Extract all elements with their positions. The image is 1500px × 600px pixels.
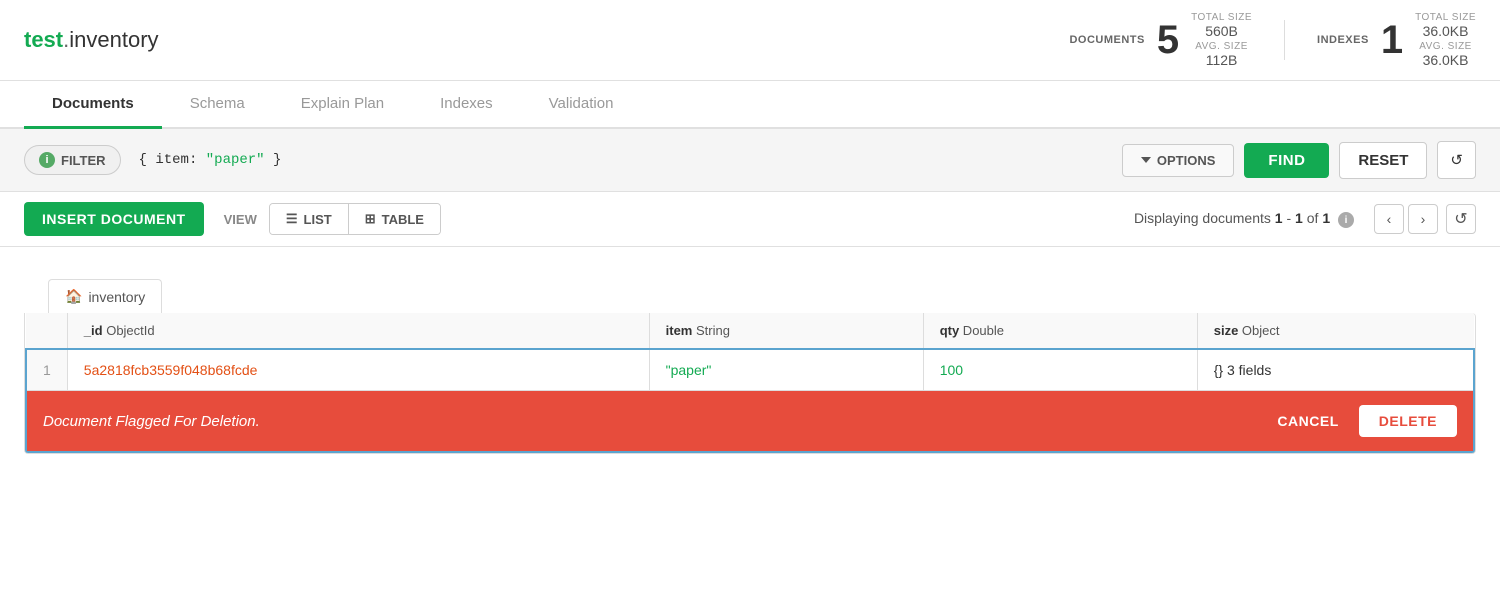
view-toggle: ☰ LIST ⊞ TABLE: [269, 203, 441, 235]
item-string: "paper": [666, 362, 712, 378]
collection-tab-container: 🏠 inventory: [0, 263, 1500, 313]
tab-schema[interactable]: Schema: [162, 81, 273, 129]
view-label: VIEW: [224, 212, 257, 227]
doc-sub-stats: TOTAL SIZE 560B AVG. SIZE 112B: [1191, 12, 1252, 68]
objectid-link[interactable]: 5a2818fcb3559f048b68fcde: [84, 362, 258, 378]
pagination-info-icon: i: [1338, 212, 1354, 228]
col-qty: qty Double: [923, 313, 1197, 349]
indexes-count: 1: [1381, 20, 1403, 60]
data-table: _id ObjectId item String qty Double size…: [25, 313, 1475, 453]
reset-button[interactable]: RESET: [1339, 142, 1427, 179]
range-end: 1: [1295, 210, 1303, 226]
refresh-button[interactable]: ↺: [1437, 141, 1476, 179]
doc-avg-size: AVG. SIZE 112B: [1191, 41, 1252, 68]
filter-query[interactable]: { item: "paper" }: [131, 148, 1112, 172]
row-item-value: "paper": [649, 349, 923, 391]
prev-page-button[interactable]: ‹: [1374, 204, 1404, 234]
find-button[interactable]: FIND: [1244, 143, 1329, 178]
tab-validation[interactable]: Validation: [521, 81, 642, 129]
insert-document-button[interactable]: INSERT DOCUMENT: [24, 202, 204, 236]
cancel-deletion-button[interactable]: CANCEL: [1257, 413, 1358, 429]
filter-key: item: [155, 152, 189, 168]
top-header: test.inventory DOCUMENTS 5 TOTAL SIZE 56…: [0, 0, 1500, 81]
documents-stat: DOCUMENTS 5 TOTAL SIZE 560B AVG. SIZE 11…: [1069, 12, 1252, 68]
collection-tab[interactable]: 🏠 inventory: [48, 279, 162, 313]
idx-avg-size: AVG. SIZE 36.0KB: [1415, 41, 1476, 68]
tab-documents[interactable]: Documents: [24, 81, 162, 129]
data-table-wrapper: _id ObjectId item String qty Double size…: [24, 313, 1476, 454]
col-id: _id ObjectId: [67, 313, 649, 349]
filter-button[interactable]: i FILTER: [24, 145, 121, 175]
qty-number: 100: [940, 362, 963, 378]
house-icon: 🏠: [65, 288, 82, 305]
options-button[interactable]: OPTIONS: [1122, 144, 1235, 177]
next-page-button[interactable]: ›: [1408, 204, 1438, 234]
confirm-delete-button[interactable]: DELETE: [1359, 405, 1457, 437]
stats-group: DOCUMENTS 5 TOTAL SIZE 560B AVG. SIZE 11…: [1069, 12, 1476, 68]
doc-total-size: TOTAL SIZE 560B: [1191, 12, 1252, 39]
of-text: of: [1307, 210, 1319, 226]
filter-open-brace: {: [139, 152, 156, 168]
tab-explain-plan[interactable]: Explain Plan: [273, 81, 412, 129]
pagination-info: Displaying documents 1 - 1 of 1 i: [1134, 210, 1354, 229]
filter-info-icon: i: [39, 152, 55, 168]
row-number: 1: [26, 349, 67, 391]
deletion-banner-row: Document Flagged For Deletion. CANCEL DE…: [26, 391, 1474, 453]
idx-total-size: TOTAL SIZE 36.0KB: [1415, 12, 1476, 39]
col-item: item String: [649, 313, 923, 349]
table-view-button[interactable]: ⊞ TABLE: [349, 204, 440, 234]
deletion-banner: Document Flagged For Deletion. CANCEL DE…: [27, 391, 1473, 451]
indexes-label: INDEXES: [1317, 34, 1369, 46]
page-nav: ‹ ›: [1374, 204, 1438, 234]
table-header-row: _id ObjectId item String qty Double size…: [26, 313, 1474, 349]
row-id-value[interactable]: 5a2818fcb3559f048b68fcde: [67, 349, 649, 391]
documents-count: 5: [1157, 20, 1179, 60]
refresh-page-button[interactable]: ↺: [1446, 204, 1476, 234]
row-size-value: {} 3 fields: [1197, 349, 1474, 391]
tab-indexes[interactable]: Indexes: [412, 81, 521, 129]
table-label: TABLE: [382, 212, 424, 227]
total-count: 1: [1322, 210, 1330, 226]
list-label: LIST: [304, 212, 332, 227]
action-bar: INSERT DOCUMENT VIEW ☰ LIST ⊞ TABLE Disp…: [0, 192, 1500, 247]
filter-value: "paper": [206, 152, 265, 168]
filter-toolbar: i FILTER { item: "paper" } OPTIONS FIND …: [0, 129, 1500, 192]
range-start: 1: [1275, 210, 1283, 226]
col-size: size Object: [1197, 313, 1474, 349]
filter-label: FILTER: [61, 153, 106, 168]
documents-label: DOCUMENTS: [1069, 34, 1144, 46]
indexes-stat: INDEXES 1 TOTAL SIZE 36.0KB AVG. SIZE 36…: [1317, 12, 1476, 68]
size-object: {} 3 fields: [1214, 362, 1272, 378]
options-triangle-icon: [1141, 157, 1151, 163]
table-icon: ⊞: [365, 211, 376, 227]
idx-sub-stats: TOTAL SIZE 36.0KB AVG. SIZE 36.0KB: [1415, 12, 1476, 68]
list-view-button[interactable]: ☰ LIST: [270, 204, 349, 234]
collection-name: inventory: [88, 289, 145, 305]
stat-divider: [1284, 20, 1285, 60]
col-row-num: [26, 313, 67, 349]
displaying-text: Displaying documents: [1134, 210, 1271, 226]
deletion-message: Document Flagged For Deletion.: [43, 413, 1257, 430]
tabs-bar: Documents Schema Explain Plan Indexes Va…: [0, 81, 1500, 129]
table-row[interactable]: 1 5a2818fcb3559f048b68fcde "paper" 100 {…: [26, 349, 1474, 391]
list-icon: ☰: [286, 211, 298, 227]
options-label: OPTIONS: [1157, 153, 1216, 168]
row-qty-value: 100: [923, 349, 1197, 391]
brand-logo: test.inventory: [24, 27, 159, 53]
brand-test: test: [24, 27, 63, 52]
